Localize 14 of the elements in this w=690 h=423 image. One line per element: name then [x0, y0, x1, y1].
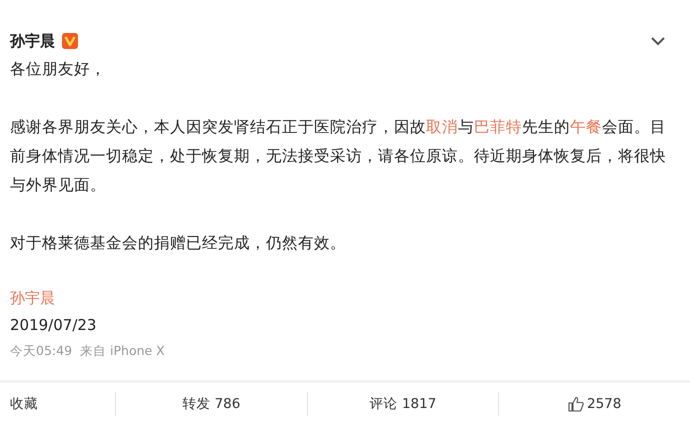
thumbs-up-icon [568, 396, 584, 412]
author-name[interactable]: 孙宇晨 [10, 32, 55, 50]
date-text: 2019/07/23 [9, 315, 98, 336]
repost-button[interactable]: 转发 786 [180, 395, 242, 413]
chevron-down-icon[interactable] [650, 36, 666, 46]
comment-button[interactable]: 评论 1817 [368, 395, 438, 413]
post-source: 来自 iPhone X [80, 342, 165, 360]
greeting-text: 各位朋友好， [9, 59, 107, 80]
post-paragraph: 感谢各界朋友关心，本人因突发肾结石正于医院治疗，因故取消与巴菲特先生的午餐会面。目前身体情况一切稳定，处于恢复期，无法接受采访，请各位原谅。待近期身体恢复后，将很快与外界见面。 [9, 117, 667, 196]
favorite-button[interactable]: 收藏 [8, 395, 40, 413]
post-paragraph: 对于格莱德基金会的捐赠已经完成，仍然有效。 [9, 233, 347, 254]
post-time: 今天05:49 [10, 342, 72, 360]
like-button[interactable]: 2578 [566, 396, 624, 412]
signature-text: 孙宇晨 [9, 288, 56, 309]
